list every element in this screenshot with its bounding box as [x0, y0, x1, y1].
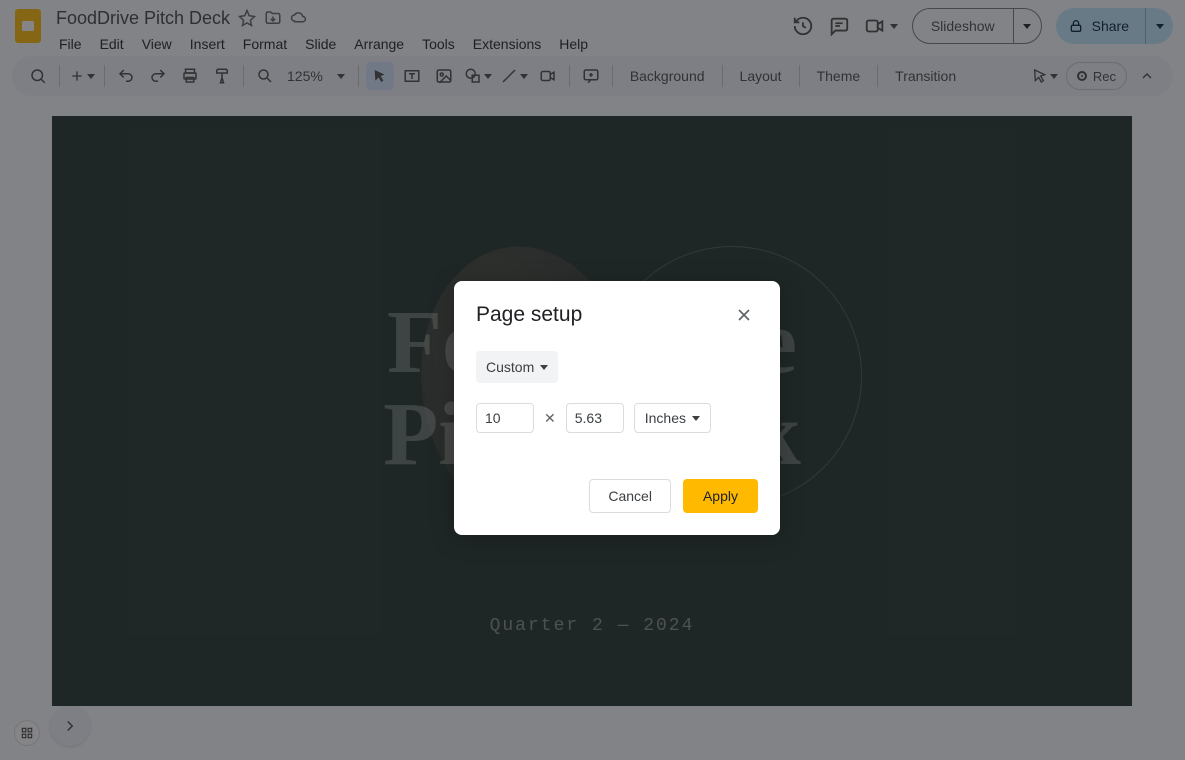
chevron-down-icon [692, 416, 700, 421]
aspect-preset-select[interactable]: Custom [476, 351, 558, 383]
units-select[interactable]: Inches [634, 403, 711, 433]
width-input[interactable] [476, 403, 534, 433]
close-icon [734, 305, 754, 325]
app-root: FoodDrive Pitch Deck File Edit View [0, 0, 1185, 760]
close-button[interactable] [730, 301, 758, 329]
page-setup-dialog: Page setup Custom ✕ Inches Cancel Apply [454, 281, 780, 535]
height-input[interactable] [566, 403, 624, 433]
units-value: Inches [645, 410, 686, 426]
cancel-button[interactable]: Cancel [589, 479, 671, 513]
dialog-title: Page setup [476, 303, 582, 327]
chevron-down-icon [540, 365, 548, 370]
dimension-separator: ✕ [544, 410, 556, 427]
apply-button[interactable]: Apply [683, 479, 758, 513]
preset-value: Custom [486, 359, 534, 375]
